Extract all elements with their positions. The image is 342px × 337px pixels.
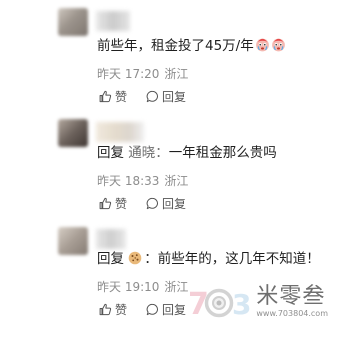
username-blurred[interactable] xyxy=(96,229,126,249)
comment-bubble-icon xyxy=(146,90,158,103)
comment-meta: 昨天 17:20 浙江 xyxy=(97,65,193,82)
comment-time: 昨天 19:10 xyxy=(97,280,160,294)
mention-user[interactable]: 通晓： xyxy=(128,145,169,161)
like-label: 赞 xyxy=(115,303,128,317)
username-blurred[interactable] xyxy=(96,11,130,31)
reply-label: 回复 xyxy=(162,197,187,211)
comment-body: ：前些年的，这几年不知道！ xyxy=(144,251,320,267)
svg-text:3: 3 xyxy=(232,288,250,319)
comment-actions: 赞 回复 xyxy=(99,88,186,105)
face-with-tears-icon xyxy=(271,38,285,52)
comment-actions: 赞 回复 xyxy=(99,301,186,318)
comment-text: 回复 ：前些年的，这几年不知道！ xyxy=(97,249,320,269)
comment-list: 前些年，租金投了45万/年 昨天 17:20 浙江 赞 回复 回复 通晓：一年租… xyxy=(0,0,342,337)
like-button[interactable]: 赞 xyxy=(99,88,127,105)
comment-text: 回复 通晓：一年租金那么贵吗 xyxy=(97,143,277,163)
comment-body: 前些年，租金投了45万/年 xyxy=(97,38,254,54)
avatar[interactable] xyxy=(58,119,88,147)
avatar[interactable] xyxy=(58,227,88,255)
reply-button[interactable]: 回复 xyxy=(146,88,186,105)
comment-bubble-icon xyxy=(146,197,158,210)
like-label: 赞 xyxy=(115,90,128,104)
comment-meta: 昨天 19:10 浙江 xyxy=(97,278,193,295)
like-button[interactable]: 赞 xyxy=(99,301,127,318)
reply-button[interactable]: 回复 xyxy=(146,301,186,318)
comment-meta: 昨天 18:33 浙江 xyxy=(97,172,193,189)
reply-prefix: 回复 xyxy=(97,145,124,161)
comment-time: 昨天 17:20 xyxy=(97,67,160,81)
comment-body: 一年租金那么贵吗 xyxy=(168,145,277,161)
comment-bubble-icon xyxy=(146,303,158,316)
comment-actions: 赞 回复 xyxy=(99,195,186,212)
comment-location: 浙江 xyxy=(164,280,189,294)
reply-prefix: 回复 xyxy=(97,251,124,267)
thumb-up-icon xyxy=(99,303,112,316)
watermark-brand: 米零叁 xyxy=(256,284,326,309)
thumb-up-icon xyxy=(99,90,112,103)
face-with-tears-icon xyxy=(255,38,269,52)
reply-label: 回复 xyxy=(162,303,187,317)
site-watermark: 7 3 米零叁 www.703804.com xyxy=(188,284,328,320)
watermark-logo-icon: 7 3 xyxy=(188,287,250,319)
comment-location: 浙江 xyxy=(164,67,189,81)
comment-text: 前些年，租金投了45万/年 xyxy=(97,36,286,56)
comment-location: 浙江 xyxy=(164,174,189,188)
reply-button[interactable]: 回复 xyxy=(146,195,186,212)
thumb-up-icon xyxy=(99,197,112,210)
cookie-avatar-icon[interactable] xyxy=(128,251,142,265)
reply-label: 回复 xyxy=(162,90,187,104)
like-button[interactable]: 赞 xyxy=(99,195,127,212)
watermark-url: www.703804.com xyxy=(256,309,328,318)
comment-time: 昨天 18:33 xyxy=(97,174,160,188)
avatar[interactable] xyxy=(58,8,88,36)
like-label: 赞 xyxy=(115,197,128,211)
username-blurred[interactable] xyxy=(96,122,144,142)
